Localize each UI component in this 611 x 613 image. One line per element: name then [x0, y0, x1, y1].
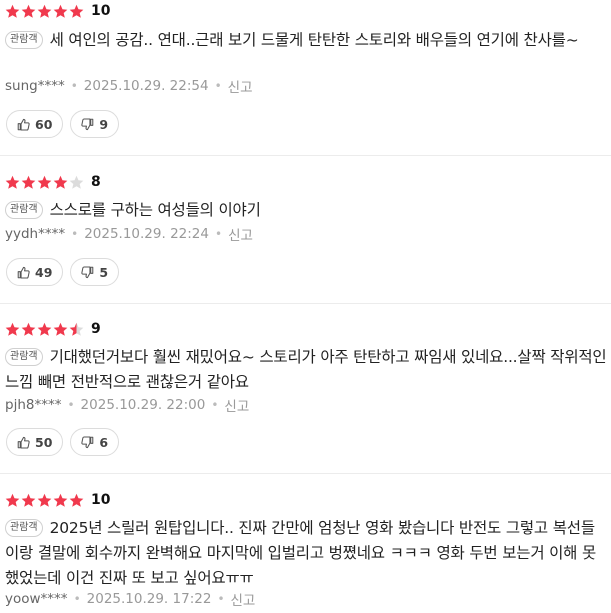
- vote-buttons: 49 5: [6, 258, 126, 286]
- review-text: 2025년 스릴러 원탑입니다.. 진짜 간만에 엄청난 영화 봤습니다 반전도…: [5, 519, 597, 587]
- review-text-block: 관람객 기대했던거보다 훨씬 재밌어요~ 스토리가 아주 탄탄하고 짜임새 있네요…: [5, 345, 608, 395]
- star-rating: [5, 322, 85, 337]
- report-link[interactable]: 신고: [228, 76, 253, 96]
- vote-buttons: 50 6: [6, 428, 126, 456]
- star-icon: [37, 493, 52, 507]
- rating-score: 10: [91, 3, 111, 19]
- dislike-button[interactable]: 6: [70, 428, 120, 456]
- star-icon: [5, 493, 20, 507]
- like-button[interactable]: 50: [6, 428, 64, 456]
- star-rating: [5, 493, 85, 508]
- separator-dot: •: [214, 79, 222, 93]
- star-icon: [37, 175, 52, 189]
- thumbs-down-icon: [81, 265, 94, 278]
- reviewer-id: yoow****: [5, 591, 68, 607]
- star-icon: [53, 4, 68, 18]
- reviewer-id: yydh****: [5, 226, 66, 242]
- report-link[interactable]: 신고: [231, 589, 256, 609]
- star-icon: [21, 493, 36, 507]
- star-icon: [53, 493, 68, 507]
- separator-dot: •: [67, 398, 75, 412]
- star-icon: [21, 4, 36, 18]
- like-button[interactable]: 49: [6, 258, 64, 286]
- review-meta: sung**** • 2025.10.29. 22:54 • 신고: [5, 76, 253, 96]
- review-text-block: 관람객 세 여인의 공감.. 연대..근래 보기 드물게 탄탄한 스토리와 배우들…: [5, 28, 608, 53]
- star-rating: [5, 4, 85, 19]
- dislike-count: 9: [99, 116, 109, 132]
- like-count: 49: [35, 264, 53, 280]
- review-text: 기대했던거보다 훨씬 재밌어요~ 스토리가 아주 탄탄하고 짜임새 있네요...…: [5, 348, 607, 391]
- review-text: 스스로를 구하는 여성들의 이야기: [49, 201, 261, 219]
- rating-score: 8: [91, 174, 101, 190]
- star-icon: [69, 4, 84, 18]
- thumbs-down-icon: [81, 117, 94, 130]
- viewer-badge: 관람객: [5, 31, 43, 49]
- star-icon: [53, 175, 68, 189]
- rating-row: 9: [5, 319, 101, 339]
- like-count: 50: [35, 434, 53, 450]
- star-icon: [37, 4, 52, 18]
- separator-dot: •: [214, 227, 223, 241]
- review-date: 2025.10.29. 22:00: [80, 397, 206, 413]
- separator-dot: •: [211, 398, 219, 412]
- rating-score: 9: [91, 321, 101, 337]
- star-icon: [69, 322, 84, 336]
- report-link[interactable]: 신고: [228, 224, 253, 244]
- rating-score: 10: [91, 492, 111, 508]
- vote-buttons: 60 9: [6, 110, 126, 138]
- review-text-block: 관람객 스스로를 구하는 여성들의 이야기: [5, 198, 608, 223]
- thumbs-up-icon: [17, 436, 30, 449]
- rating-row: 10: [5, 1, 110, 21]
- like-button[interactable]: 60: [6, 110, 64, 138]
- star-icon: [5, 322, 20, 336]
- dislike-count: 5: [99, 264, 109, 280]
- review-date: 2025.10.29. 22:24: [84, 226, 209, 242]
- viewer-badge: 관람객: [5, 348, 43, 366]
- rating-row: 8: [5, 172, 101, 192]
- dislike-button[interactable]: 5: [70, 258, 120, 286]
- review-meta: pjh8**** • 2025.10.29. 22:00 • 신고: [5, 395, 249, 415]
- separator-dot: •: [217, 592, 225, 606]
- review-date: 2025.10.29. 22:54: [83, 78, 209, 94]
- review-divider: [0, 155, 611, 156]
- review-divider: [0, 473, 611, 474]
- star-icon: [5, 4, 20, 18]
- star-icon: [69, 493, 84, 507]
- separator-dot: •: [73, 592, 81, 606]
- rating-row: 10: [5, 490, 110, 510]
- review-text-block: 관람객 2025년 스릴러 원탑입니다.. 진짜 간만에 엄청난 영화 봤습니다 …: [5, 516, 608, 591]
- dislike-button[interactable]: 9: [70, 110, 120, 138]
- star-icon: [21, 175, 36, 189]
- reviewer-id: pjh8****: [5, 397, 62, 413]
- separator-dot: •: [70, 79, 78, 93]
- star-icon: [69, 175, 84, 189]
- review-date: 2025.10.29. 17:22: [86, 591, 212, 607]
- separator-dot: •: [71, 227, 79, 241]
- review-meta: yoow**** • 2025.10.29. 17:22 • 신고: [5, 589, 255, 609]
- like-count: 60: [35, 116, 53, 132]
- reviewer-id: sung****: [5, 78, 65, 94]
- review-meta: yydh**** • 2025.10.29. 22:24 • 신고: [5, 224, 253, 244]
- viewer-badge: 관람객: [5, 201, 43, 219]
- star-rating: [5, 175, 85, 190]
- star-icon: [5, 175, 20, 189]
- viewer-badge: 관람객: [5, 519, 43, 537]
- dislike-count: 6: [99, 434, 109, 450]
- review-divider: [0, 303, 611, 304]
- thumbs-up-icon: [17, 266, 30, 279]
- review-text: 세 여인의 공감.. 연대..근래 보기 드물게 탄탄한 스토리와 배우들의 연…: [49, 31, 579, 49]
- star-icon: [53, 322, 68, 336]
- star-icon: [37, 322, 52, 336]
- thumbs-down-icon: [81, 435, 94, 448]
- star-icon: [21, 322, 36, 336]
- thumbs-up-icon: [17, 118, 30, 131]
- report-link[interactable]: 신고: [224, 395, 249, 415]
